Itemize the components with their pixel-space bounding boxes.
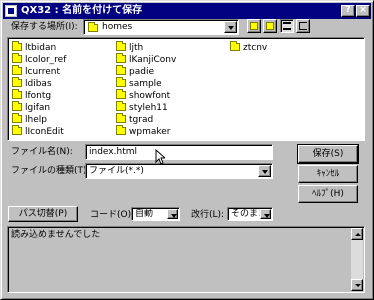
window-title: QX32 : 名前を付けて保存: [21, 5, 143, 16]
up-folder-icon: [250, 22, 258, 30]
newline-dropdown[interactable]: そのまま: [227, 207, 273, 221]
help-title-button[interactable]: ?: [341, 5, 355, 17]
cancel-button[interactable]: ｷｬﾝｾﾙ: [298, 165, 358, 183]
details-view-icon: [299, 22, 307, 30]
folder-icon: [12, 52, 22, 63]
list-item[interactable]: lcolor_ref: [12, 52, 66, 66]
save-dialog: QX32 : 名前を付けて保存 ? × 保存する場所(I): homes ltb…: [0, 0, 374, 300]
list-item[interactable]: wpmaker: [116, 124, 170, 138]
folder-icon: [88, 22, 98, 32]
status-area: 読み込めませんでした: [7, 226, 365, 293]
new-folder-icon: [266, 22, 274, 30]
list-view-icon: [283, 22, 291, 30]
folder-icon: [12, 76, 22, 87]
folder-icon: [116, 100, 126, 111]
filename-label: ファイル名(N):: [11, 147, 73, 157]
list-item[interactable]: lKanjiConv: [116, 52, 176, 66]
folder-icon: [116, 52, 126, 63]
filename-value: index.html: [89, 147, 137, 157]
chevron-down-icon[interactable]: [260, 209, 271, 219]
folder-icon: [12, 124, 22, 135]
folder-icon: [12, 64, 22, 75]
filetype-dropdown[interactable]: ファイル(*.*): [85, 163, 273, 179]
chevron-down-icon[interactable]: [224, 21, 237, 33]
up-folder-button[interactable]: [247, 19, 261, 33]
mouse-cursor-icon: [155, 149, 165, 165]
list-view-button[interactable]: [280, 19, 294, 33]
folder-icon: [12, 112, 22, 123]
list-item[interactable]: lIconEdit: [12, 124, 64, 138]
chevron-down-icon[interactable]: [167, 209, 178, 219]
folder-icon: [116, 112, 126, 123]
folder-icon: [12, 88, 22, 99]
folder-icon: [116, 76, 126, 87]
save-button[interactable]: 保存(S): [297, 144, 359, 164]
location-label: 保存する場所(I):: [11, 22, 78, 32]
newline-label: 改行(L):: [191, 210, 225, 220]
filename-input[interactable]: index.html: [85, 144, 273, 160]
folder-icon: [12, 100, 22, 111]
file-list[interactable]: ltbidan lcolor_ref lcurrent ldibas lfont…: [7, 37, 365, 141]
help-button[interactable]: ﾍﾙﾌﾟ(H): [298, 185, 358, 203]
list-item[interactable]: ztcnv: [230, 40, 267, 54]
filetype-label: ファイルの種類(T):: [11, 166, 90, 176]
vertical-scrollbar[interactable]: [351, 228, 363, 291]
status-text: 読み込めませんでした: [11, 230, 101, 240]
folder-icon: [116, 88, 126, 99]
folder-icon: [116, 124, 126, 135]
scroll-up-icon[interactable]: [351, 228, 363, 240]
location-dropdown[interactable]: homes: [83, 19, 239, 35]
folder-icon: [116, 64, 126, 75]
list-item[interactable]: lcurrent: [12, 64, 60, 78]
filetype-value: ファイル(*.*): [89, 166, 144, 176]
list-item[interactable]: showfont: [116, 88, 170, 102]
list-item[interactable]: styleh11: [116, 100, 168, 114]
folder-icon: [230, 40, 240, 51]
scroll-down-icon[interactable]: [351, 279, 363, 291]
title-bar[interactable]: QX32 : 名前を付けて保存 ? ×: [3, 3, 371, 19]
app-icon: [5, 5, 17, 17]
details-view-button[interactable]: [296, 19, 310, 33]
path-switch-button[interactable]: パス切替(P): [8, 206, 78, 222]
folder-icon: [12, 40, 22, 51]
new-folder-button[interactable]: [263, 19, 277, 33]
location-value: homes: [102, 22, 133, 32]
code-dropdown[interactable]: 自動: [131, 207, 180, 221]
chevron-down-icon[interactable]: [258, 165, 271, 177]
close-button[interactable]: ×: [356, 5, 370, 17]
code-label: コード(O):: [90, 210, 135, 220]
code-value: 自動: [135, 209, 154, 219]
folder-icon: [116, 40, 126, 51]
